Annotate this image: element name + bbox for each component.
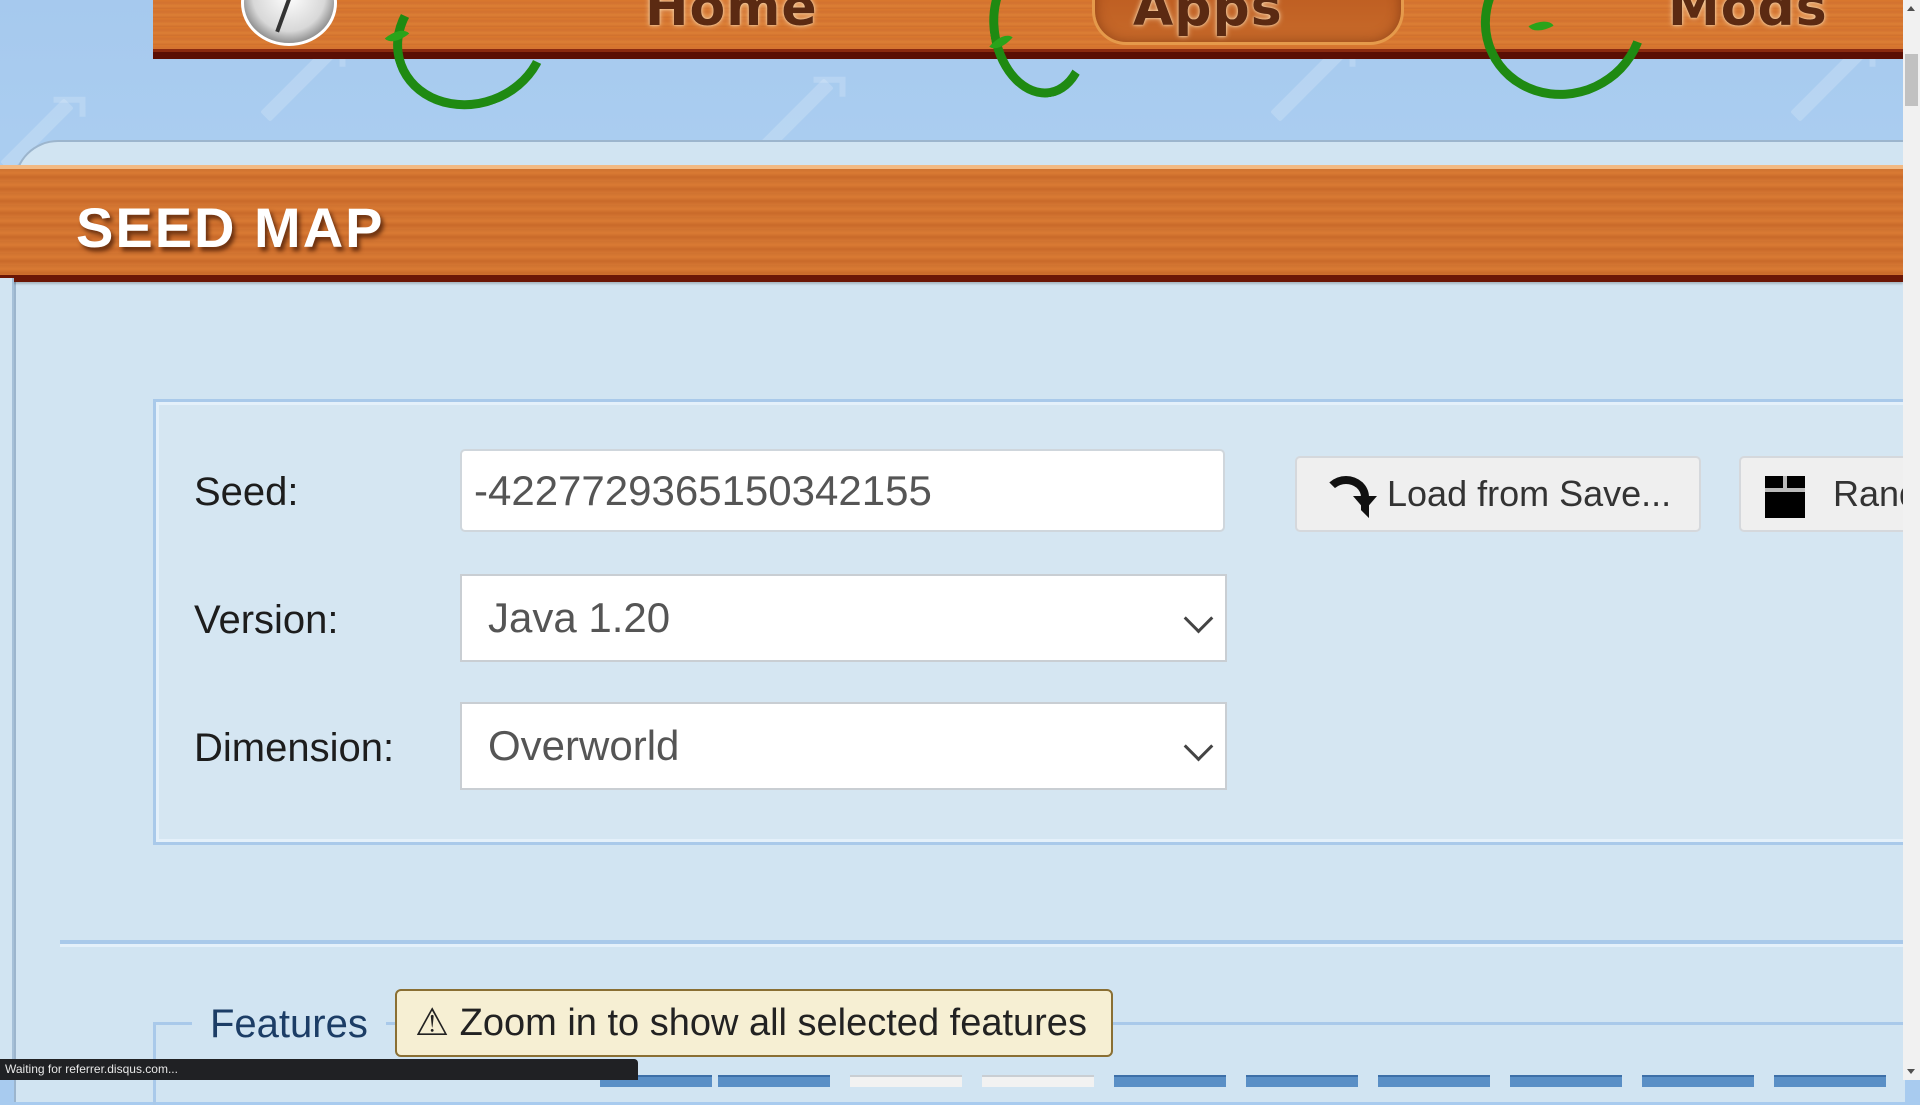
random-seed-button[interactable]: Random	[1739, 456, 1920, 532]
arrow-decoration	[260, 48, 334, 122]
feature-tile[interactable]	[1510, 1075, 1622, 1087]
page-scrollbar[interactable]	[1903, 0, 1920, 1080]
feature-tile[interactable]	[1774, 1075, 1886, 1087]
features-legend: Features	[192, 1002, 386, 1047]
version-label: Version:	[194, 598, 339, 642]
scroll-up-arrow-icon[interactable]	[1907, 6, 1915, 11]
feature-tile[interactable]	[1114, 1075, 1226, 1087]
feature-tile[interactable]	[1246, 1075, 1358, 1087]
dimension-select[interactable]: Overworld	[460, 702, 1227, 790]
load-from-save-button[interactable]: Load from Save...	[1295, 456, 1701, 532]
feature-tile[interactable]	[982, 1075, 1094, 1087]
globe-logo-icon[interactable]	[241, 0, 337, 46]
arrow-decoration	[1270, 48, 1344, 122]
section-divider	[60, 940, 1903, 947]
scrollbar-thumb[interactable]	[1905, 54, 1918, 106]
nav-item-apps[interactable]: Apps	[1133, 0, 1283, 38]
panel-left-edge	[0, 278, 14, 1080]
page-title-bar: SEED MAP	[0, 165, 1903, 282]
load-from-save-label: Load from Save...	[1387, 473, 1672, 514]
chevron-down-icon	[1183, 731, 1214, 762]
browser-status-bar: Waiting for referrer.disqus.com...	[0, 1059, 638, 1080]
seed-input[interactable]	[460, 449, 1225, 532]
gift-box-icon	[1765, 476, 1805, 518]
version-select[interactable]: Java 1.20	[460, 574, 1227, 662]
feature-tile[interactable]	[718, 1075, 830, 1087]
chevron-down-icon	[1183, 603, 1214, 634]
seed-label: Seed:	[194, 470, 299, 514]
feature-tile[interactable]	[1378, 1075, 1490, 1087]
feature-tile[interactable]	[1642, 1075, 1754, 1087]
arrow-decoration	[1790, 48, 1864, 122]
dimension-selected-value: Overworld	[488, 722, 680, 769]
scroll-down-arrow-icon[interactable]	[1907, 1069, 1915, 1074]
page-title: SEED MAP	[76, 196, 385, 259]
redo-arrow-icon	[1323, 476, 1377, 518]
zoom-warning-banner: ⚠ Zoom in to show all selected features	[395, 989, 1113, 1057]
nav-item-home[interactable]: Home	[645, 0, 818, 38]
feature-tile[interactable]	[850, 1075, 962, 1087]
version-selected-value: Java 1.20	[488, 594, 671, 641]
dimension-label: Dimension:	[194, 726, 395, 770]
nav-item-mods[interactable]: Mods	[1668, 0, 1828, 38]
